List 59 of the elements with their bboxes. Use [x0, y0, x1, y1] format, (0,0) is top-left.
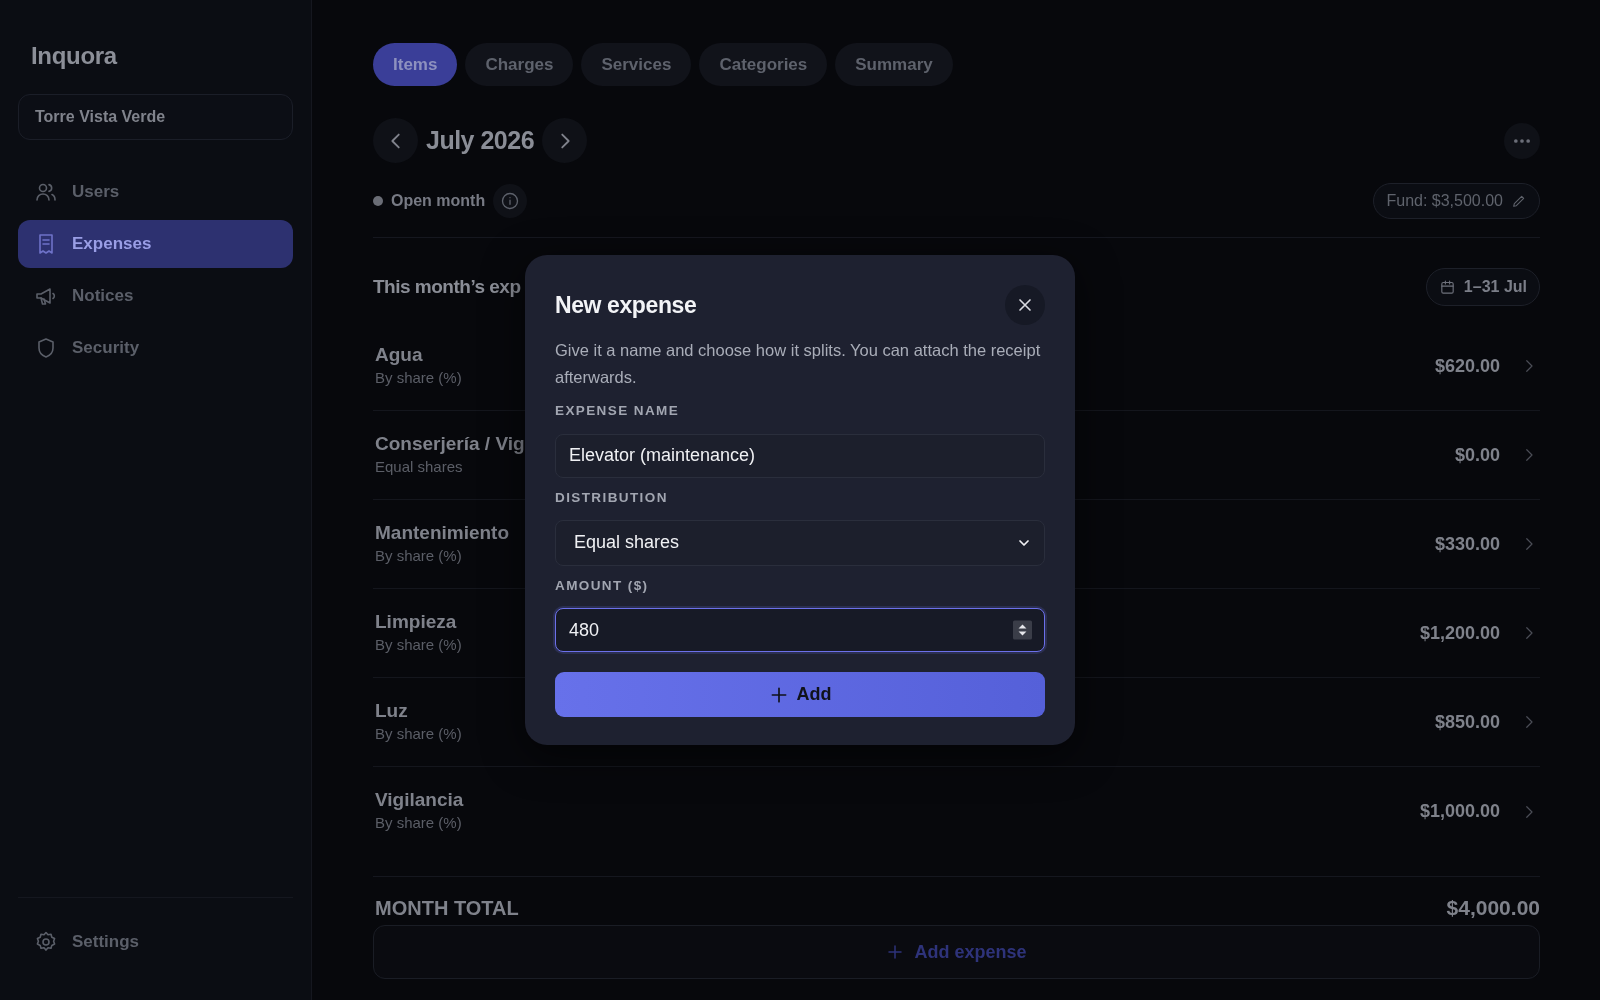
expense-name: Luz: [375, 698, 409, 723]
expense-amount: $850.00: [1434, 710, 1500, 734]
expense-amount: $1,000.00: [1419, 800, 1500, 823]
total-amount: $4,000.00: [1446, 895, 1540, 921]
calendar-icon: [1438, 278, 1456, 296]
date-range-button[interactable]: 1–31 Jul: [1425, 268, 1540, 306]
sidebar-item[interactable]: Notices: [18, 272, 293, 320]
info-icon: [500, 191, 521, 211]
expense-split: Equal shares: [375, 456, 464, 477]
tab[interactable]: Items: [373, 43, 458, 86]
sidebar-item[interactable]: Users: [18, 168, 293, 216]
expense-split: By share (%): [375, 634, 462, 655]
expense-split: By share (%): [375, 723, 462, 744]
plus-icon: [886, 943, 905, 962]
field-label: EXPENSE NAME: [555, 402, 681, 421]
month-status: Open month: [391, 191, 486, 211]
month-title: July 2026: [426, 124, 535, 156]
modal-description: Give it a name and choose how it splits. You can attach the receipt afterwards.: [555, 340, 1042, 389]
expense-split: By share (%): [375, 367, 462, 388]
more-button[interactable]: [1504, 122, 1540, 159]
tab[interactable]: Categories: [699, 43, 828, 86]
brand-logo: Inquora: [30, 41, 119, 71]
tab[interactable]: Summary: [835, 43, 953, 86]
next-month-button[interactable]: [542, 118, 588, 163]
expense-name: Limpieza: [375, 609, 458, 634]
status-dot: [373, 196, 383, 206]
name-field[interactable]: Elevator (maintenance): [555, 433, 1045, 478]
field-label: DISTRIBUTION: [555, 488, 669, 507]
total-label: MONTH TOTAL: [375, 896, 519, 922]
expense-amount: $0.00: [1454, 443, 1500, 467]
sidebar-item[interactable]: Security: [18, 324, 293, 372]
expense-name: Vigilancia: [375, 788, 464, 813]
tab[interactable]: Charges: [465, 43, 574, 86]
add-button[interactable]: Add: [555, 672, 1045, 718]
expense-amount: $330.00: [1434, 532, 1500, 556]
sidebar-item[interactable]: Expenses: [18, 220, 293, 268]
section-title: This month’s exp: [373, 274, 521, 299]
field-label: AMOUNT ($): [555, 576, 650, 595]
expense-amount: $620.00: [1434, 354, 1500, 378]
building-selector[interactable]: Torre Vista Verde: [18, 94, 293, 140]
close-button[interactable]: [1005, 285, 1045, 325]
settings-item[interactable]: Settings: [18, 918, 156, 966]
amount-field[interactable]: 480: [555, 608, 1045, 653]
expense-split: By share (%): [375, 545, 463, 566]
fund-button[interactable]: Fund: $3,500.00: [1373, 183, 1540, 219]
tab[interactable]: Services: [581, 43, 692, 86]
more-icon: [1514, 138, 1530, 143]
settings-icon: [34, 930, 58, 954]
info-button[interactable]: [493, 184, 528, 218]
distribution-select[interactable]: Equal shares: [555, 519, 1045, 566]
pencil-icon: [1511, 193, 1527, 209]
modal-title: New expense: [555, 290, 697, 320]
previous-month-button[interactable]: [373, 118, 418, 163]
expense-name: Conserjería / Vig: [375, 431, 525, 456]
add-expense-button[interactable]: Add expense: [373, 925, 1540, 980]
expense-amount: $1,200.00: [1419, 621, 1500, 645]
expense-name: Mantenimiento: [375, 520, 510, 545]
expense-name: Agua: [375, 342, 424, 367]
expense-split: By share (%): [375, 813, 463, 834]
